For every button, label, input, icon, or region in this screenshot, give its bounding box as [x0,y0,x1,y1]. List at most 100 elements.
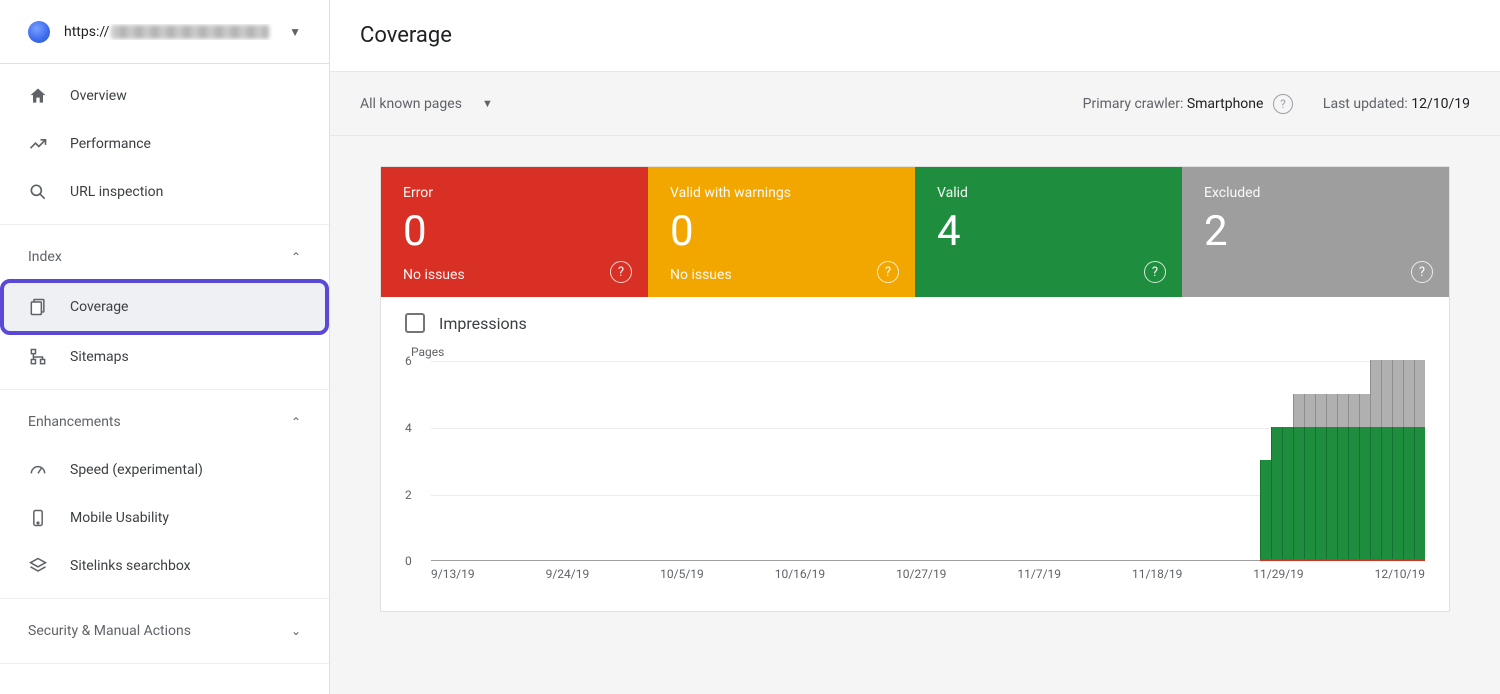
chart-x-tick: 12/10/19 [1375,567,1425,581]
coverage-chart[interactable]: 0246 9/13/199/24/1910/5/1910/16/1910/27/… [431,361,1425,581]
home-icon [28,86,48,106]
trend-icon [28,134,48,154]
chart-bar-valid [1337,427,1348,560]
chart-bar-valid [1392,427,1403,560]
nav-top-block: Overview Performance URL inspection [0,64,329,225]
main: Coverage All known pages ▼ Primary crawl… [330,0,1500,694]
nav-security-block: Security & Manual Actions ⌄ [0,599,329,664]
sidebar-item-speed[interactable]: Speed (experimental) [0,446,329,494]
primary-crawler: Primary crawler: Smartphone ? [1083,94,1293,114]
coverage-card: Error 0 No issues ? Valid with warnings … [380,166,1450,612]
stat-title: Excluded [1204,185,1427,201]
help-icon[interactable]: ? [1144,261,1166,283]
chart-bar-valid [1282,427,1293,560]
stat-error[interactable]: Error 0 No issues ? [381,167,648,297]
chart-bar-valid [1381,427,1392,560]
chart-bar-valid [1260,460,1271,560]
chart-bar-valid [1403,427,1414,560]
stat-value: 2 [1204,207,1427,257]
chevron-down-icon: ▼ [289,25,301,39]
layers-icon [28,556,48,576]
section-title: Security & Manual Actions [28,623,191,639]
chart-bar-error [1271,559,1282,561]
chart-x-tick: 9/13/19 [431,567,475,581]
section-header-security[interactable]: Security & Manual Actions ⌄ [0,607,329,655]
site-url: https:// [64,24,275,40]
chart-x-tick: 11/18/19 [1132,567,1182,581]
chart-bar-error [1403,559,1414,561]
stat-title: Valid with warnings [670,185,893,201]
primary-crawler-value: Smartphone [1187,96,1264,112]
checkbox-icon[interactable] [405,313,425,333]
chart-x-ticks: 9/13/199/24/1910/5/1910/16/1910/27/1911/… [431,561,1425,581]
sidebar-item-label: Overview [70,88,127,104]
stat-subtext: No issues [670,267,893,283]
last-updated-label: Last updated: [1323,96,1408,112]
help-icon[interactable]: ? [877,261,899,283]
nav-enhancements-block: Enhancements ⌃ Speed (experimental) Mobi… [0,390,329,599]
chevron-down-icon: ▼ [482,97,493,110]
sidebar-item-label: Mobile Usability [70,510,169,526]
stat-valid[interactable]: Valid 4 ? [915,167,1182,297]
stat-title: Error [403,185,626,201]
gauge-icon [28,460,48,480]
last-updated-value: 12/10/19 [1411,96,1470,112]
help-icon[interactable]: ? [1273,94,1293,114]
chart-bar-error [1315,559,1326,561]
stat-value: 4 [937,207,1160,257]
chart-bar-error [1414,559,1425,561]
section-title: Enhancements [28,414,121,430]
stat-valid-with-warnings[interactable]: Valid with warnings 0 No issues ? [648,167,915,297]
impressions-label: Impressions [439,314,527,333]
search-icon [28,182,48,202]
chart-bar-error [1326,559,1337,561]
section-header-enhancements[interactable]: Enhancements ⌃ [0,398,329,446]
site-picker[interactable]: https:// ▼ [0,0,329,64]
site-url-redacted [111,25,269,39]
filter-bar: All known pages ▼ Primary crawler: Smart… [330,72,1500,136]
stat-row: Error 0 No issues ? Valid with warnings … [381,167,1449,297]
sidebar-item-sitemaps[interactable]: Sitemaps [0,333,329,381]
stat-title: Valid [937,185,1160,201]
chart-x-tick: 10/5/19 [660,567,704,581]
nav-index-block: Index ⌃ Coverage Sitemaps [0,225,329,390]
stat-value: 0 [670,207,893,257]
chart-x-tick: 10/27/19 [896,567,946,581]
help-icon[interactable]: ? [1411,261,1433,283]
chart-bar-valid [1271,427,1282,560]
sidebar-item-label: Sitemaps [70,349,129,365]
sidebar-item-label: Speed (experimental) [70,462,203,478]
sidebar-item-sitelinks-searchbox[interactable]: Sitelinks searchbox [0,542,329,590]
sidebar-item-overview[interactable]: Overview [0,72,329,120]
chart-bar-error [1392,559,1403,561]
sidebar-item-url-inspection[interactable]: URL inspection [0,168,329,216]
chart-zone: Pages 0246 9/13/199/24/1910/5/1910/16/19… [381,339,1449,611]
chart-bar-valid [1359,427,1370,560]
chart-bar-valid [1370,427,1381,560]
chart-bar-error [1293,559,1304,561]
sitemap-icon [28,347,48,367]
sidebar-item-mobile-usability[interactable]: Mobile Usability [0,494,329,542]
help-icon[interactable]: ? [610,261,632,283]
pages-filter-dropdown[interactable]: All known pages ▼ [360,96,493,112]
chart-bar-error [1337,559,1348,561]
chart-x-tick: 11/29/19 [1253,567,1303,581]
content: Error 0 No issues ? Valid with warnings … [330,136,1500,694]
globe-icon [28,21,50,43]
chart-y-tick: 6 [405,354,412,368]
chart-bar-error [1381,559,1392,561]
sidebar-item-performance[interactable]: Performance [0,120,329,168]
impressions-toggle[interactable]: Impressions [381,297,1449,339]
sidebar-item-coverage[interactable]: Coverage [4,283,325,331]
chart-y-tick: 0 [405,554,412,568]
pages-filter-label: All known pages [360,96,462,112]
chart-bar-error [1348,559,1359,561]
chart-y-tick: 2 [405,488,412,502]
stat-excluded[interactable]: Excluded 2 ? [1182,167,1449,297]
sidebar-item-label: URL inspection [70,184,163,200]
chart-bar-error [1260,559,1271,561]
phone-icon [28,508,48,528]
chevron-up-icon: ⌃ [291,250,301,264]
site-url-prefix: https:// [64,24,109,40]
section-header-index[interactable]: Index ⌃ [0,233,329,281]
